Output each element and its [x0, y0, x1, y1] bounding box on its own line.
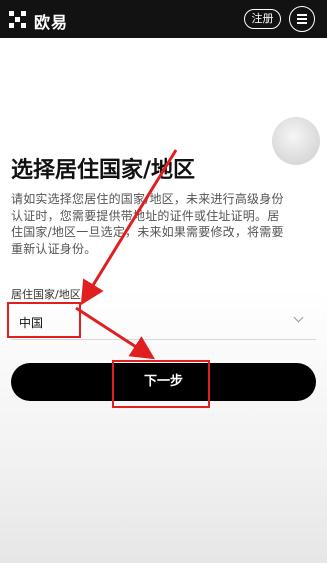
annotation-arrows — [75, 149, 178, 360]
annotation-arrow — [75, 306, 156, 360]
annotation-arrow — [80, 149, 178, 306]
